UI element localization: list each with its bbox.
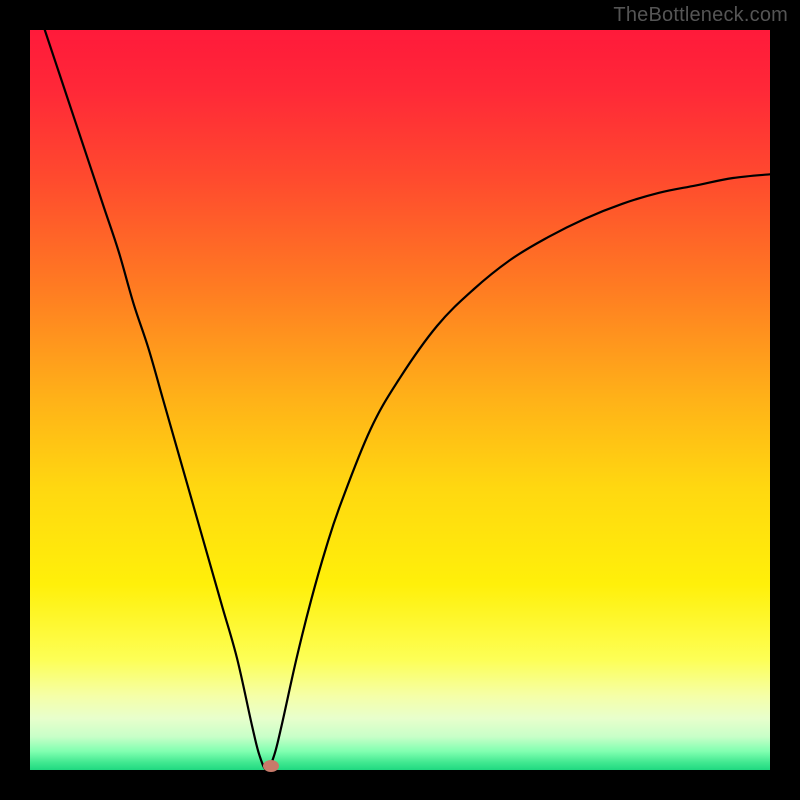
plot-area xyxy=(30,30,770,770)
curve-layer xyxy=(30,30,770,770)
chart-container: TheBottleneck.com xyxy=(0,0,800,800)
bottleneck-curve xyxy=(45,30,770,770)
watermark-label: TheBottleneck.com xyxy=(613,4,788,27)
optimum-marker xyxy=(263,760,279,772)
